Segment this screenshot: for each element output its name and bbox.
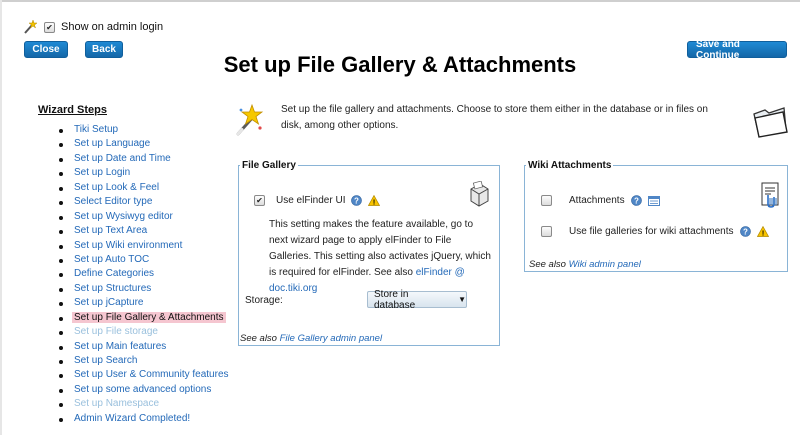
wizard-step-label: Set up Wysiwyg editor	[74, 210, 173, 222]
attachments-checkbox[interactable]	[541, 195, 552, 206]
wizard-step-label: Set up Login	[74, 167, 131, 179]
wizard-step-label: Set up User & Community features	[74, 369, 229, 381]
storage-select-value: Store in database	[374, 288, 416, 311]
wizard-step-label: Set up jCapture	[74, 297, 144, 309]
wizard-step-item[interactable]: Tiki Setup	[57, 123, 231, 137]
show-on-admin-login-label: Show on admin login	[61, 21, 164, 33]
wizard-step-item[interactable]: Set up some advanced options	[57, 383, 231, 397]
svg-text:!: !	[761, 231, 763, 238]
help-icon[interactable]: ?	[739, 226, 751, 237]
wizard-step-item[interactable]: Set up User & Community features	[57, 368, 231, 382]
folder-icon	[753, 107, 788, 138]
dropdown-arrow-icon: ▼	[458, 295, 466, 304]
see-also-text: See also	[529, 259, 569, 270]
show-on-admin-login-checkbox[interactable]	[44, 21, 55, 33]
attachment-document-icon	[761, 182, 779, 208]
wiki-attachments-legend: Wiki Attachments	[528, 160, 612, 171]
page-title: Set up File Gallery & Attachments	[223, 52, 577, 77]
wiki-admin-panel-link[interactable]: Wiki admin panel	[569, 259, 641, 270]
file-box-icon	[470, 181, 489, 207]
window-top-border	[0, 0, 800, 2]
wizard-step-label: Set up File storage	[74, 326, 158, 338]
wizard-step-item[interactable]: Set up Language	[57, 137, 231, 151]
wizard-step-item: Set up File storage	[57, 325, 231, 339]
wizard-step-label: Set up some advanced options	[74, 383, 212, 395]
magic-wand-icon	[24, 19, 38, 34]
use-elfinder-checkbox[interactable]	[254, 195, 265, 206]
use-elfinder-row: Use elFinder UI ? !	[254, 195, 381, 207]
wizard-steps-list: Tiki Setup Set up Language Set up Date and…	[57, 123, 231, 426]
file-gallery-see-also: See also File Gallery admin panel	[240, 333, 382, 344]
wizard-step-item[interactable]: Admin Wizard Completed!	[57, 412, 231, 426]
wizard-step-label: Admin Wizard Completed!	[74, 412, 191, 424]
svg-text:?: ?	[743, 227, 748, 236]
wizard-steps-heading: Wizard Steps	[38, 104, 107, 116]
wizard-step-item[interactable]: Set up Search	[57, 354, 231, 368]
use-file-galleries-label: Use file galleries for wiki attachments	[569, 226, 734, 237]
wizard-step-label: Define Categories	[74, 268, 155, 280]
storage-select[interactable]: Store in database ▼	[367, 288, 467, 311]
wizard-step-label: Set up Auto TOC	[74, 253, 150, 265]
admin-login-toggle-bar: Show on admin login	[22, 19, 163, 35]
wizard-step-item[interactable]: Set up Wysiwyg editor	[57, 210, 231, 224]
wizard-step-item[interactable]: Set up Look & Feel	[57, 181, 231, 195]
wizard-step-label: Set up Wiki environment	[74, 239, 183, 251]
use-elfinder-label: Use elFinder UI	[276, 195, 346, 206]
attachments-row: Attachments ?	[541, 195, 660, 206]
wizard-step-label: Set up Text Area	[74, 225, 148, 237]
file-gallery-fieldset: File Gallery Use elFinder UI ? ! This se…	[238, 160, 500, 346]
wizard-step-label: Set up Structures	[74, 282, 152, 294]
wizard-step-item[interactable]: Set up Date and Time	[57, 152, 231, 166]
help-icon[interactable]: ?	[351, 195, 363, 206]
wizard-step-label: Set up Main features	[74, 340, 167, 352]
wizard-step-label: Set up Search	[74, 355, 138, 366]
wizard-step-item[interactable]: Define Categories	[57, 267, 231, 281]
wizard-step-item[interactable]: Select Editor type	[57, 195, 231, 209]
wizard-step-item[interactable]: Set up Text Area	[57, 224, 231, 238]
file-gallery-admin-panel-link[interactable]: File Gallery admin panel	[280, 333, 382, 344]
wiki-attachments-fieldset: Wiki Attachments Attachments ? Use file …	[524, 160, 788, 272]
wizard-step-label: Tiki Setup	[74, 124, 119, 135]
wizard-step-label: Set up File Gallery & Attachments	[72, 311, 226, 323]
list-view-icon[interactable]	[647, 195, 660, 206]
svg-text:?: ?	[634, 196, 639, 205]
file-gallery-legend: File Gallery	[242, 160, 296, 171]
wizard-step-item[interactable]: Set up Structures	[57, 282, 231, 296]
intro-description: Set up the file gallery and attachments.…	[281, 104, 708, 131]
wizard-step-label: Select Editor type	[74, 196, 153, 208]
wizard-step-item[interactable]: Set up Login	[57, 166, 231, 180]
wizard-step-item[interactable]: Set up Main features	[57, 340, 231, 354]
use-file-galleries-row: Use file galleries for wiki attachments …	[541, 226, 769, 237]
wizard-step-item: Set up Namespace	[57, 397, 231, 411]
wizard-step-item[interactable]: Set up File Gallery & Attachments	[57, 311, 231, 325]
attachments-label: Attachments	[569, 195, 625, 206]
wiki-attachments-see-also: See also Wiki admin panel	[529, 259, 641, 270]
elfinder-description: This setting makes the feature available…	[269, 217, 494, 297]
use-file-galleries-checkbox[interactable]	[541, 226, 552, 237]
wizard-step-item[interactable]: Set up Wiki environment	[57, 239, 231, 253]
svg-text:?: ?	[355, 196, 360, 205]
wizard-step-label: Set up Date and Time	[74, 152, 171, 164]
warning-icon[interactable]: !	[368, 195, 381, 207]
wizard-step-label: Set up Look & Feel	[74, 181, 160, 193]
see-also-text: See also	[240, 333, 280, 344]
wizard-step-label: Set up Namespace	[74, 398, 160, 410]
wizard-step-item[interactable]: Set up Auto TOC	[57, 253, 231, 267]
wizard-step-label: Set up Language	[74, 138, 151, 150]
magic-wand-icon	[236, 104, 264, 136]
warning-icon[interactable]: !	[756, 226, 769, 238]
storage-label: Storage:	[245, 295, 283, 306]
svg-text:!: !	[373, 200, 375, 207]
help-icon[interactable]: ?	[630, 195, 642, 206]
wizard-step-item[interactable]: Set up jCapture	[57, 296, 231, 310]
